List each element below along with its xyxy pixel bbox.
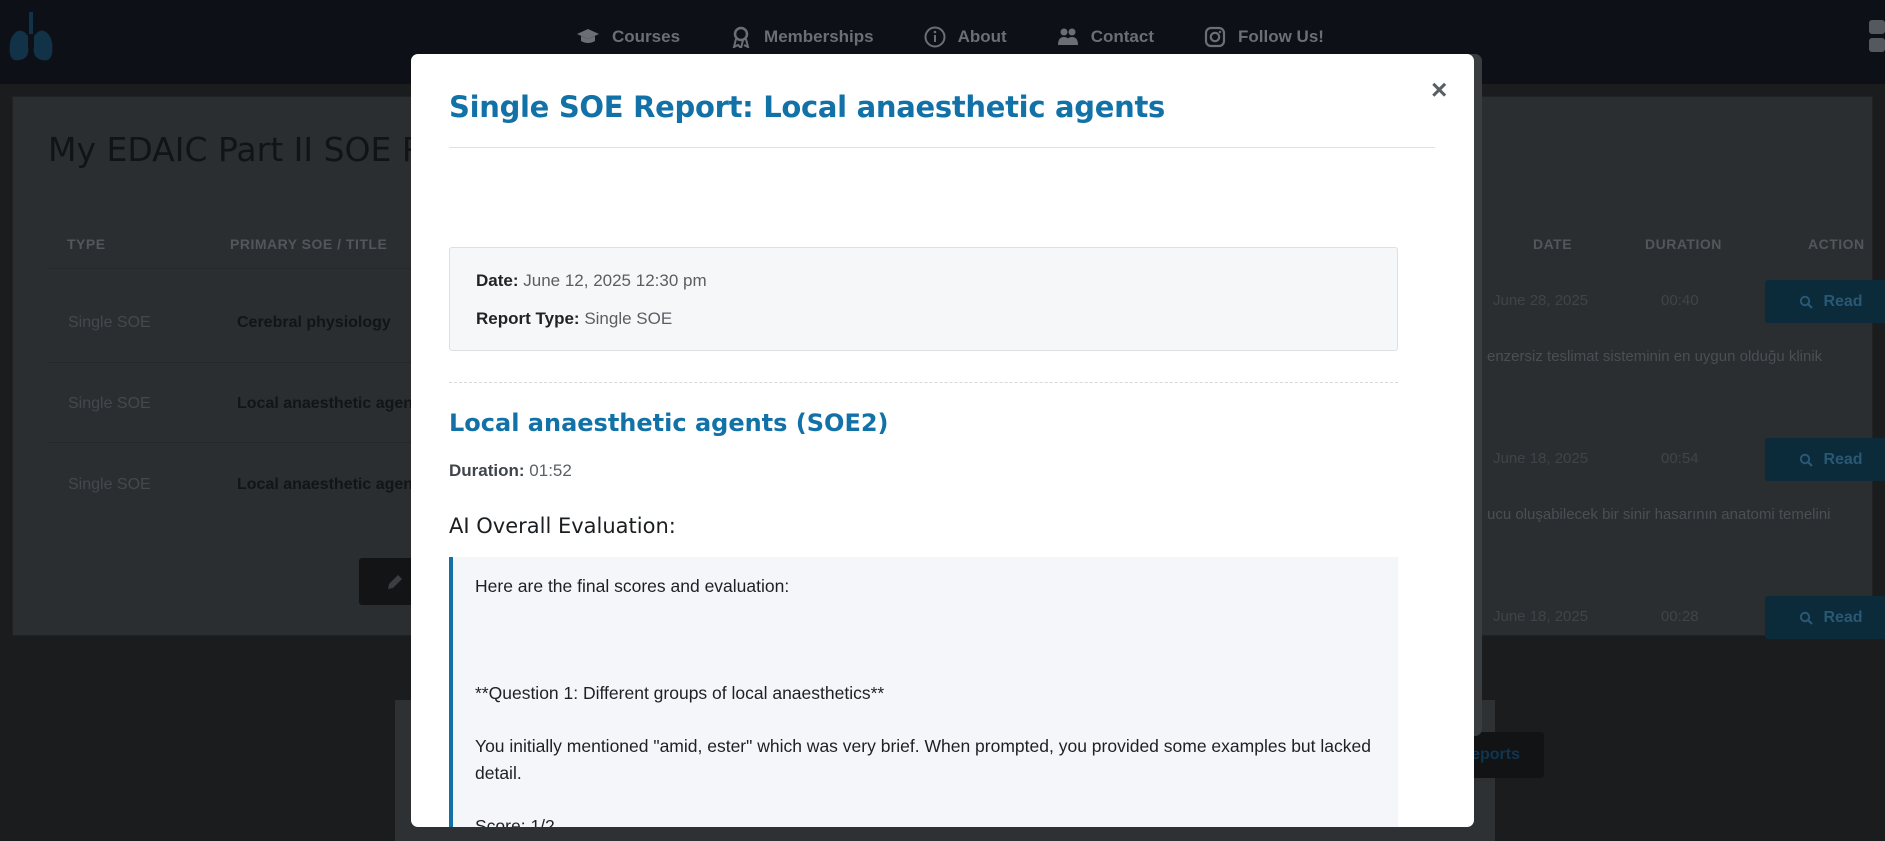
section-divider: [449, 382, 1398, 383]
instagram-icon: [1204, 26, 1226, 48]
users-icon: [1057, 28, 1078, 45]
evaluation-feedback: You initially mentioned "amid, ester" wh…: [475, 736, 1371, 783]
column-header-duration: DURATION: [1645, 236, 1722, 252]
report-type-label: Report Type:: [476, 309, 580, 328]
title-divider: [449, 147, 1435, 148]
read-button-label: Read: [1823, 450, 1863, 468]
report-info-box: Date: June 12, 2025 12:30 pm Report Type…: [449, 247, 1398, 351]
evaluation-box: Here are the final scores and evaluation…: [449, 557, 1398, 827]
nav-item-about[interactable]: About: [924, 26, 1007, 48]
cell-title[interactable]: Cerebral physiology: [237, 314, 391, 332]
cell-title[interactable]: Local anaesthetic agen: [237, 476, 413, 494]
page-title: My EDAIC Part II SOE R: [48, 130, 425, 169]
report-modal: Single SOE Report: Local anaesthetic age…: [411, 54, 1474, 827]
row-divider: [48, 268, 428, 269]
close-button[interactable]: ×: [1431, 74, 1447, 106]
date-line: Date: June 12, 2025 12:30 pm: [476, 271, 707, 291]
evaluation-intro: Here are the final scores and evaluation…: [475, 576, 790, 596]
row-divider: [48, 442, 428, 443]
read-button[interactable]: Read: [1765, 596, 1885, 639]
column-header-action: ACTION: [1808, 236, 1865, 252]
award-icon: [732, 26, 750, 48]
cell-date: June 28, 2025: [1493, 292, 1589, 309]
duration-line: Duration: 01:52: [449, 461, 572, 481]
read-button-label: Read: [1823, 608, 1863, 626]
duration-value: 01:52: [529, 461, 572, 480]
nav-item-memberships[interactable]: Memberships: [730, 26, 874, 48]
pencil-icon: [388, 575, 402, 589]
graduation-cap-icon: [577, 29, 599, 43]
nav-label-memberships: Memberships: [764, 27, 874, 46]
duration-label: Duration:: [449, 461, 525, 480]
section-title: Local anaesthetic agents (SOE2): [449, 409, 889, 437]
nav-label-contact: Contact: [1090, 27, 1154, 46]
read-button[interactable]: Read: [1765, 280, 1885, 323]
cell-date: June 18, 2025: [1493, 608, 1589, 625]
nav-item-contact[interactable]: Contact: [1057, 26, 1154, 48]
modal-scroll-area[interactable]: Date: June 12, 2025 12:30 pm Report Type…: [449, 175, 1435, 827]
lungs-logo-icon[interactable]: [8, 12, 54, 64]
cell-date: June 18, 2025: [1493, 450, 1589, 467]
column-header-type: TYPE: [67, 236, 106, 252]
cell-snippet: enzersiz teslimat sisteminin en uygun ol…: [1487, 348, 1823, 365]
read-button[interactable]: Read: [1765, 438, 1885, 481]
date-label: Date:: [476, 271, 519, 290]
evaluation-score: Score: 1/2: [475, 816, 555, 827]
cell-title[interactable]: Local anaesthetic agen: [237, 395, 413, 413]
column-header-date: DATE: [1533, 236, 1573, 252]
cell-snippet: ucu oluşabilecek bir sinir hasarının ana…: [1487, 506, 1831, 523]
cell-type: Single SOE: [68, 314, 151, 331]
menu-grid-icon[interactable]: [1865, 20, 1885, 54]
evaluation-heading: AI Overall Evaluation:: [449, 514, 676, 538]
nav-item-follow-us[interactable]: Follow Us!: [1204, 26, 1324, 48]
cell-duration: 00:54: [1661, 450, 1699, 467]
cell-duration: 00:28: [1661, 608, 1699, 625]
cell-duration: 00:40: [1661, 292, 1699, 309]
search-icon: [1800, 611, 1814, 625]
cell-type: Single SOE: [68, 476, 151, 493]
nav-item-courses[interactable]: Courses: [576, 26, 680, 48]
modal-title: Single SOE Report: Local anaesthetic age…: [449, 90, 1165, 124]
info-circle-icon: [924, 26, 946, 48]
nav-label-follow-us: Follow Us!: [1238, 27, 1324, 46]
nav-label-courses: Courses: [612, 27, 681, 46]
column-header-primary: PRIMARY SOE / TITLE: [230, 236, 388, 252]
search-icon: [1800, 295, 1814, 309]
nav-label-about: About: [957, 27, 1007, 46]
nav-menu: Courses Memberships About Contact Follow…: [576, 26, 1374, 48]
report-type-value: Single SOE: [584, 309, 673, 328]
read-button-label: Read: [1823, 292, 1863, 310]
evaluation-question: **Question 1: Different groups of local …: [475, 683, 885, 703]
search-icon: [1800, 453, 1814, 467]
row-divider: [48, 362, 428, 363]
cell-type: Single SOE: [68, 395, 151, 412]
report-type-line: Report Type: Single SOE: [476, 309, 672, 329]
date-value: June 12, 2025 12:30 pm: [523, 271, 707, 290]
